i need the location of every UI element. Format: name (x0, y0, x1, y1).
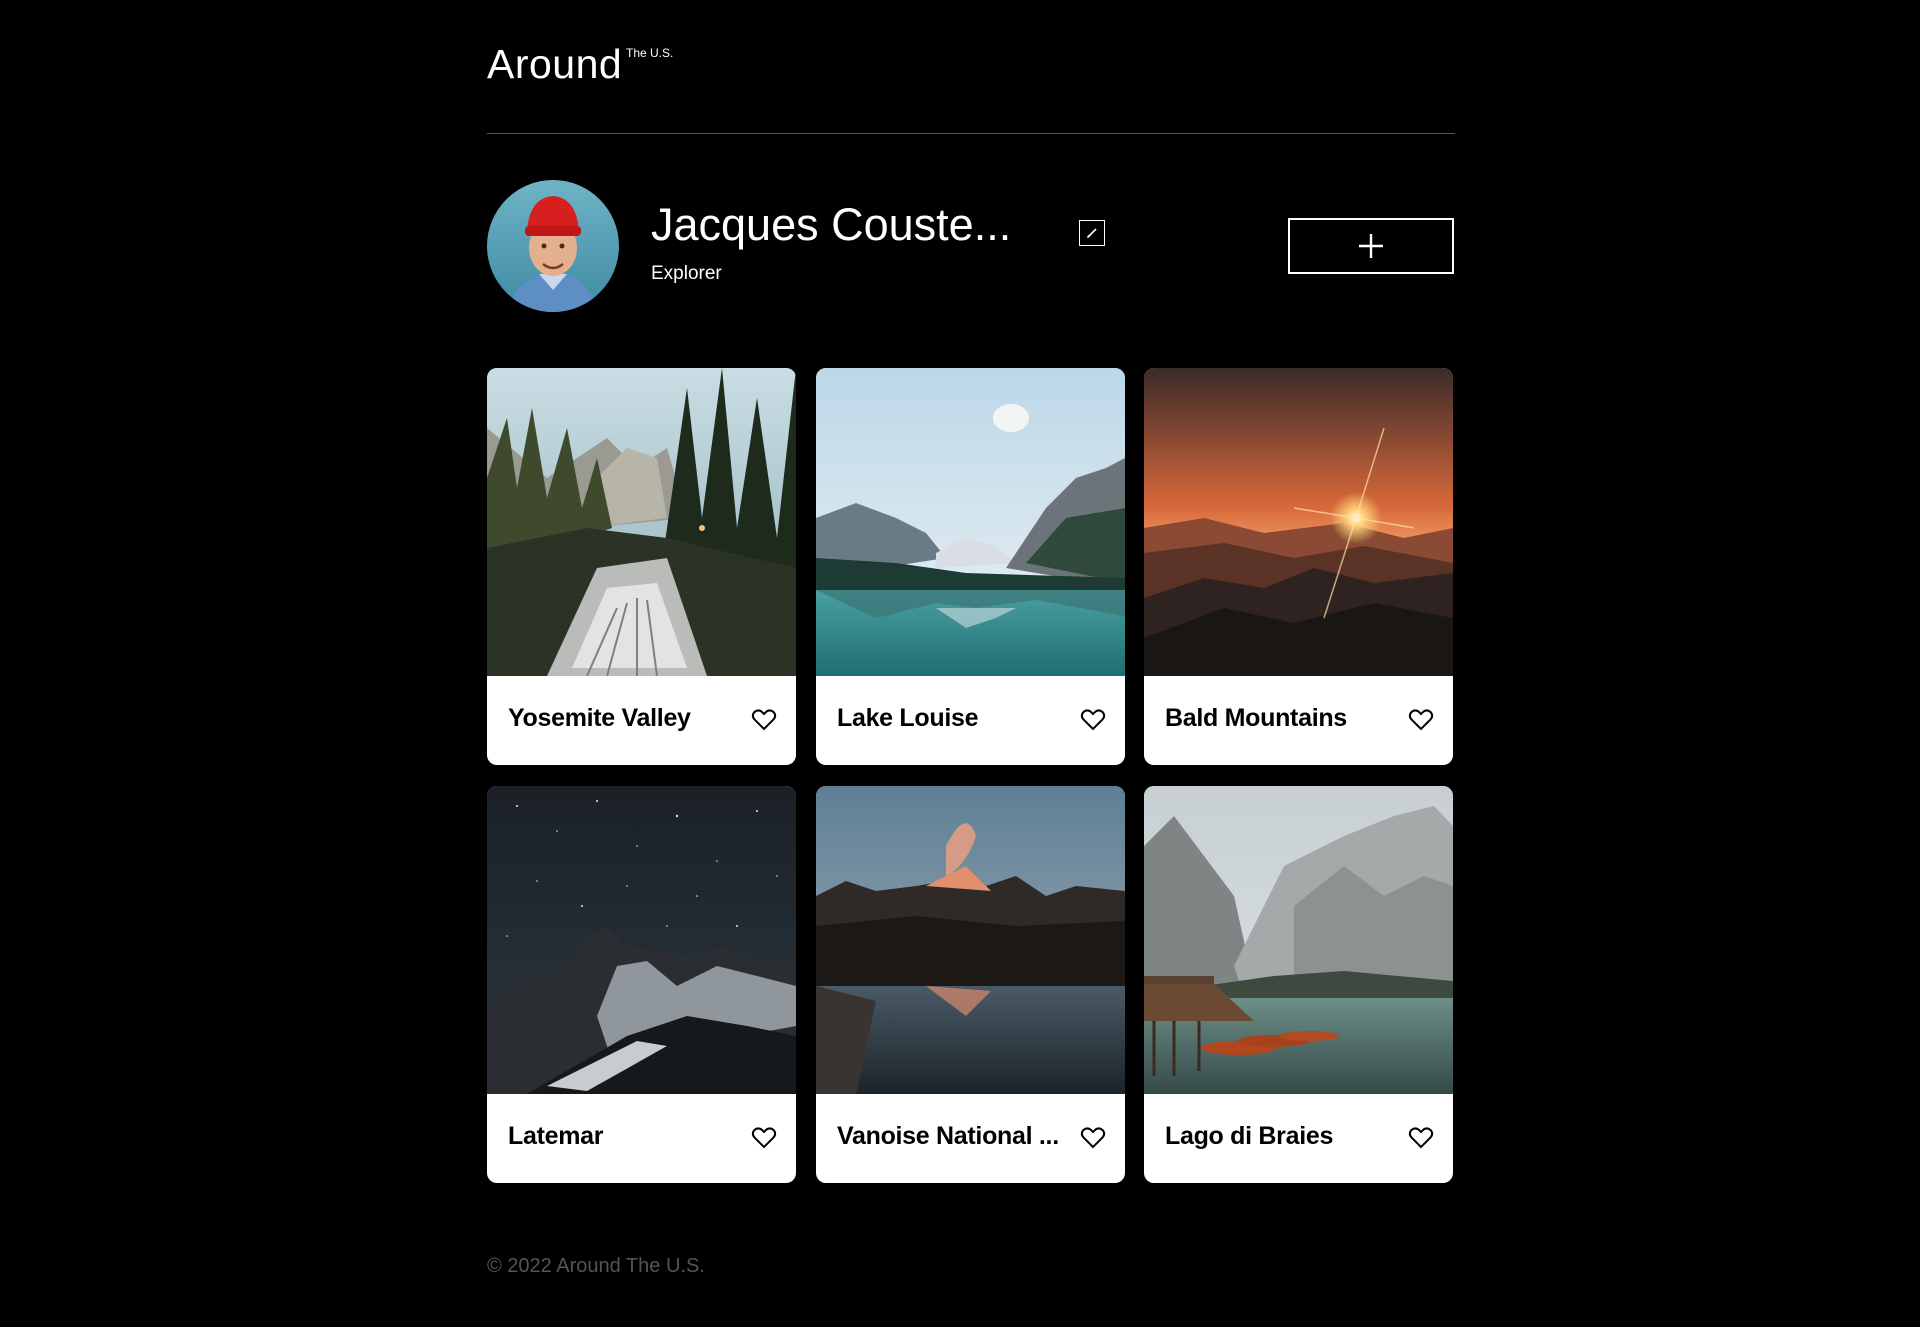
heart-icon (751, 709, 777, 731)
like-button[interactable] (1408, 708, 1434, 732)
card-title: Vanoise National ... (837, 1124, 1059, 1149)
logo-superscript: The U.S. (626, 46, 674, 60)
card-image[interactable] (816, 786, 1125, 1094)
card-image[interactable] (1144, 786, 1453, 1094)
pencil-icon (1087, 228, 1097, 238)
card: Lago di Braies (1144, 786, 1453, 1183)
card-caption: Yosemite Valley (487, 676, 796, 765)
profile-name: Jacques Couste... (651, 199, 1012, 250)
like-button[interactable] (1408, 1126, 1434, 1150)
like-button[interactable] (1080, 1126, 1106, 1150)
card-image[interactable] (487, 786, 796, 1094)
footer-copyright: © 2022 Around The U.S. (487, 1255, 705, 1277)
card-caption: Lago di Braies (1144, 1094, 1453, 1183)
heart-icon (1080, 1127, 1106, 1149)
avatar[interactable] (487, 180, 619, 312)
heart-icon (1408, 1127, 1434, 1149)
like-button[interactable] (1080, 708, 1106, 732)
card-caption: Vanoise National ... (816, 1094, 1125, 1183)
page: Around The U.S. Jacques Couste... Explor… (487, 0, 1455, 1276)
card-title: Latemar (508, 1124, 604, 1149)
edit-profile-button[interactable] (1079, 220, 1105, 246)
card-title: Lago di Braies (1165, 1124, 1334, 1149)
heart-icon (1408, 709, 1434, 731)
card-title: Bald Mountains (1165, 706, 1347, 731)
card-title: Yosemite Valley (508, 706, 691, 731)
heart-icon (751, 1127, 777, 1149)
profile: Jacques Couste... Explorer (487, 134, 1455, 368)
card-image[interactable] (487, 368, 796, 676)
profile-about: Explorer (651, 263, 722, 284)
card: Bald Mountains (1144, 368, 1453, 765)
plus-icon (1359, 234, 1383, 258)
card: Vanoise National ... (816, 786, 1125, 1183)
card: Lake Louise (816, 368, 1125, 765)
card-image[interactable] (1144, 368, 1453, 676)
heart-icon (1080, 709, 1106, 731)
card-caption: Lake Louise (816, 676, 1125, 765)
card: Latemar (487, 786, 796, 1183)
cards-grid: Yosemite Valley Lake Louise Bald Mountai… (487, 368, 1455, 1186)
card: Yosemite Valley (487, 368, 796, 765)
like-button[interactable] (751, 1126, 777, 1150)
card-caption: Bald Mountains (1144, 676, 1453, 765)
header: Around The U.S. (487, 0, 1455, 134)
add-card-button[interactable] (1288, 218, 1454, 274)
card-caption: Latemar (487, 1094, 796, 1183)
logo: Around (487, 41, 623, 87)
like-button[interactable] (751, 708, 777, 732)
card-title: Lake Louise (837, 706, 979, 731)
card-image[interactable] (816, 368, 1125, 676)
